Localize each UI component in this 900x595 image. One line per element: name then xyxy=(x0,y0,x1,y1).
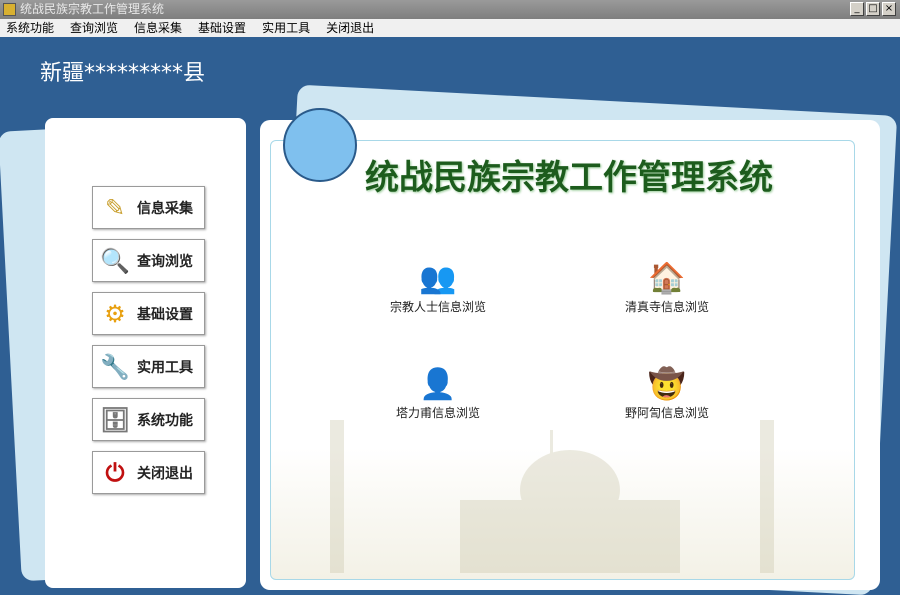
nav-query-button[interactable]: 🔍 查询浏览 xyxy=(92,239,205,282)
nav-label: 系统功能 xyxy=(137,412,193,429)
nav-tools-button[interactable]: 🔧 实用工具 xyxy=(92,345,205,388)
gear-icon: ⚙ xyxy=(104,299,126,328)
tile-talip[interactable]: 👤 塔力甫信息浏览 xyxy=(368,366,508,421)
tile-label: 宗教人士信息浏览 xyxy=(389,300,486,314)
maximize-button[interactable]: □ xyxy=(866,2,880,16)
person-icon: 👤 xyxy=(419,367,457,402)
decor-circle xyxy=(283,108,357,182)
tile-mosque[interactable]: 🏠 清真寺信息浏览 xyxy=(597,260,737,315)
menu-system[interactable]: 系统功能 xyxy=(6,19,54,37)
tile-label: 塔力甫信息浏览 xyxy=(395,406,480,420)
nav-label: 信息采集 xyxy=(137,200,193,217)
nav-settings-button[interactable]: ⚙ 基础设置 xyxy=(92,292,205,335)
house-icon: 🏠 xyxy=(648,261,686,296)
menu-tools[interactable]: 实用工具 xyxy=(262,19,310,37)
menu-settings[interactable]: 基础设置 xyxy=(198,19,246,37)
nav-system-button[interactable]: 🗄 系统功能 xyxy=(92,398,205,441)
magnifier-icon: 🔍 xyxy=(100,246,130,275)
minimize-button[interactable]: _ xyxy=(850,2,864,16)
app-title: 统战民族宗教工作管理系统 xyxy=(365,158,773,198)
window-title: 统战民族宗教工作管理系统 xyxy=(20,2,165,16)
title-bar: 统战民族宗教工作管理系统 _ □ × xyxy=(0,0,900,19)
menu-exit[interactable]: 关闭退出 xyxy=(326,19,374,37)
county-name: 新疆*********县 xyxy=(40,61,206,86)
menu-query[interactable]: 查询浏览 xyxy=(70,19,118,37)
hat-person-icon: 🤠 xyxy=(648,367,686,402)
close-button[interactable]: × xyxy=(882,2,896,16)
power-icon: ⏻ xyxy=(105,458,125,487)
nav-label: 查询浏览 xyxy=(137,253,193,270)
wrench-icon: 🔧 xyxy=(100,352,130,381)
menu-bar: 系统功能 查询浏览 信息采集 基础设置 实用工具 关闭退出 xyxy=(0,19,900,37)
nav-label: 实用工具 xyxy=(137,359,193,376)
nav-exit-button[interactable]: ⏻ 关闭退出 xyxy=(92,451,205,494)
nav-collect-button[interactable]: ✎ 信息采集 xyxy=(92,186,205,229)
tile-clergy[interactable]: 👥 宗教人士信息浏览 xyxy=(368,260,508,315)
tile-imam[interactable]: 🤠 野阿訇信息浏览 xyxy=(597,366,737,421)
left-panel: ✎ 信息采集 🔍 查询浏览 ⚙ 基础设置 🔧 实用工具 🗄 系统功能 ⏻ 关闭退出 xyxy=(45,118,246,588)
pencil-icon: ✎ xyxy=(104,193,126,222)
tile-label: 清真寺信息浏览 xyxy=(624,300,709,314)
database-icon: 🗄 xyxy=(99,405,131,434)
people-icon: 👥 xyxy=(419,261,457,296)
menu-collect[interactable]: 信息采集 xyxy=(134,19,182,37)
app-icon xyxy=(3,3,16,16)
tile-label: 野阿訇信息浏览 xyxy=(624,406,709,420)
nav-label: 关闭退出 xyxy=(137,465,193,482)
nav-label: 基础设置 xyxy=(137,306,193,323)
